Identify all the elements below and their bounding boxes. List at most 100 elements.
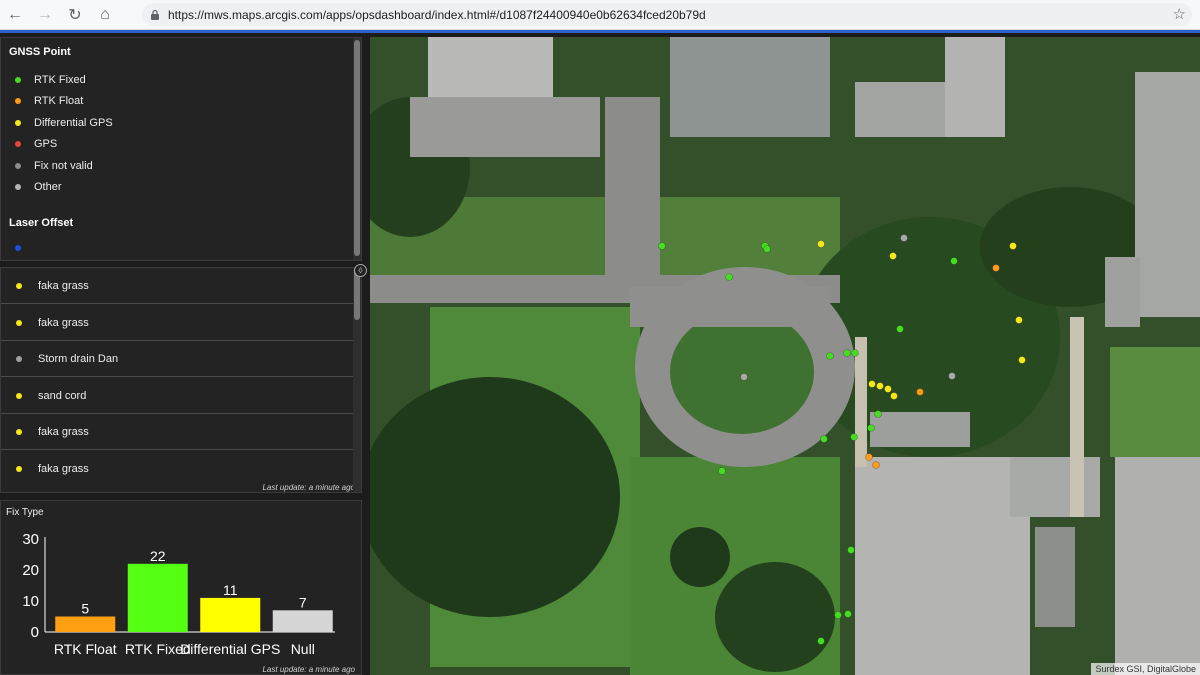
gnss-point-marker[interactable] bbox=[889, 252, 897, 260]
list-item[interactable]: Storm drain Dan bbox=[1, 341, 355, 377]
gnss-point-marker[interactable] bbox=[874, 410, 882, 418]
legend-item-label: RTK Float bbox=[34, 95, 84, 107]
gnss-point-marker[interactable] bbox=[851, 349, 859, 357]
legend-item-label: Differential GPS bbox=[34, 117, 113, 129]
gnss-point-marker[interactable] bbox=[844, 610, 852, 618]
gnss-point-marker[interactable] bbox=[950, 257, 958, 265]
data-label: 7 bbox=[299, 594, 307, 610]
legend-scrollbar[interactable] bbox=[353, 38, 361, 260]
legend-item-differential-gps: Differential GPS bbox=[15, 117, 113, 129]
gnss-point-marker[interactable] bbox=[896, 325, 904, 333]
gnss-point-marker[interactable] bbox=[843, 349, 851, 357]
map-view[interactable]: Surdex GSI, DigitalGlobe bbox=[370, 37, 1200, 675]
list-item-label: faka grass bbox=[38, 279, 89, 292]
point-dot-icon bbox=[16, 428, 22, 435]
gnss-point-marker[interactable] bbox=[865, 453, 873, 461]
gnss-point-marker[interactable] bbox=[1018, 356, 1026, 364]
list-item[interactable]: faka grass bbox=[1, 305, 355, 341]
gnss-point-marker[interactable] bbox=[826, 352, 834, 360]
gnss-point-marker[interactable] bbox=[867, 424, 875, 432]
bar-rtk-float bbox=[55, 616, 116, 632]
gnss-point-marker[interactable] bbox=[820, 435, 828, 443]
gnss-point-marker[interactable] bbox=[658, 242, 666, 250]
bar-rtk-fixed bbox=[127, 563, 188, 632]
y-tick-label: 0 bbox=[31, 624, 39, 641]
laser-dot-icon bbox=[15, 245, 21, 251]
legend-item-label: Fix not valid bbox=[34, 160, 93, 172]
list-item-label: sand cord bbox=[38, 389, 87, 402]
bookmark-star-icon[interactable]: ☆ bbox=[1173, 5, 1186, 23]
laser-offset-title: Laser Offset bbox=[9, 217, 74, 229]
gnss-point-marker[interactable] bbox=[916, 388, 924, 396]
list-item[interactable]: faka grass bbox=[1, 414, 355, 450]
home-icon[interactable]: ⌂ bbox=[90, 0, 120, 30]
header-accent-bar bbox=[0, 30, 1200, 33]
y-tick-label: 10 bbox=[22, 593, 39, 610]
legend-dot-icon bbox=[15, 163, 21, 169]
legend-item-label: RTK Fixed bbox=[34, 74, 86, 86]
bar-chart: 01020305RTK Float22RTK Fixed11Differenti… bbox=[22, 531, 335, 657]
legend-dot-icon bbox=[15, 141, 21, 147]
x-tick-label: RTK Float bbox=[54, 641, 117, 657]
gnss-point-marker[interactable] bbox=[718, 467, 726, 475]
legend-item-laser-offset bbox=[15, 245, 34, 251]
panel-resize-handle-icon[interactable]: ◊ bbox=[354, 264, 367, 277]
legend-dot-icon bbox=[15, 184, 21, 190]
point-dot-icon bbox=[16, 319, 22, 326]
legend-title: GNSS Point bbox=[9, 46, 71, 58]
legend-item-rtk-fixed: RTK Fixed bbox=[15, 74, 86, 86]
gnss-point-marker[interactable] bbox=[992, 264, 1000, 272]
y-tick-label: 30 bbox=[22, 531, 39, 548]
data-label: 22 bbox=[150, 548, 166, 564]
satellite-imagery[interactable] bbox=[370, 37, 1200, 675]
fix-type-chart-panel: Fix Type 0 10 20 30 5 RTK Float 22 RTK Fixed 11 D… bbox=[0, 500, 362, 675]
point-dot-icon bbox=[16, 392, 22, 399]
point-dot-icon bbox=[16, 282, 22, 289]
reload-icon[interactable]: ↻ bbox=[60, 0, 90, 30]
gnss-point-marker[interactable] bbox=[884, 385, 892, 393]
gnss-point-marker[interactable] bbox=[817, 240, 825, 248]
gnss-point-marker[interactable] bbox=[890, 392, 898, 400]
gnss-point-marker[interactable] bbox=[763, 245, 771, 253]
list-item-label: faka grass bbox=[38, 463, 89, 475]
legend-item-label: GPS bbox=[34, 138, 58, 150]
point-dot-icon bbox=[16, 466, 22, 472]
x-tick-label: Differential GPS bbox=[180, 641, 280, 657]
address-bar[interactable]: https://mws.maps.arcgis.com/apps/opsdash… bbox=[142, 3, 1192, 26]
gnss-point-marker[interactable] bbox=[817, 637, 825, 645]
x-tick-label: Null bbox=[291, 641, 315, 657]
map-attribution: Surdex GSI, DigitalGlobe bbox=[1091, 663, 1200, 675]
list-scrollbar[interactable] bbox=[353, 268, 361, 492]
bar-differential-gps bbox=[200, 597, 261, 632]
gnss-point-marker[interactable] bbox=[1009, 242, 1017, 250]
gnss-point-marker[interactable] bbox=[850, 433, 858, 441]
forward-icon[interactable]: → bbox=[30, 0, 60, 30]
list-item-label: faka grass bbox=[38, 425, 89, 438]
back-icon[interactable]: ← bbox=[0, 0, 30, 30]
list-item[interactable]: sand cord bbox=[1, 378, 355, 414]
gnss-point-marker[interactable] bbox=[868, 380, 876, 388]
url-text: https://mws.maps.arcgis.com/apps/opsdash… bbox=[168, 7, 706, 22]
point-dot-icon bbox=[16, 355, 22, 362]
list-item-label: faka grass bbox=[38, 316, 89, 329]
gnss-point-marker[interactable] bbox=[740, 373, 748, 381]
gnss-point-marker[interactable] bbox=[725, 273, 733, 281]
legend-dot-icon bbox=[15, 120, 21, 126]
list-item[interactable]: faka grass bbox=[1, 268, 355, 304]
legend-item-fix-not-valid: Fix not valid bbox=[15, 160, 93, 172]
legend-dot-icon bbox=[15, 77, 21, 83]
chart-last-update: Last update: a minute ago bbox=[262, 665, 355, 674]
gnss-point-marker[interactable] bbox=[876, 382, 884, 390]
data-label: 5 bbox=[81, 601, 89, 617]
gnss-point-marker[interactable] bbox=[847, 546, 855, 554]
gnss-point-marker[interactable] bbox=[948, 372, 956, 380]
gnss-point-marker[interactable] bbox=[834, 611, 842, 619]
legend-panel: GNSS Point RTK Fixed RTK Float Different… bbox=[0, 37, 362, 261]
gnss-point-marker[interactable] bbox=[900, 234, 908, 242]
list-item[interactable]: faka grass bbox=[1, 451, 355, 487]
gnss-point-marker[interactable] bbox=[1015, 316, 1023, 324]
gnss-point-marker[interactable] bbox=[872, 461, 880, 469]
list-item-label: Storm drain Dan bbox=[38, 352, 119, 365]
browser-toolbar: ← → ↻ ⌂ https://mws.maps.arcgis.com/apps… bbox=[0, 0, 1200, 30]
legend-item-rtk-float: RTK Float bbox=[15, 95, 83, 107]
